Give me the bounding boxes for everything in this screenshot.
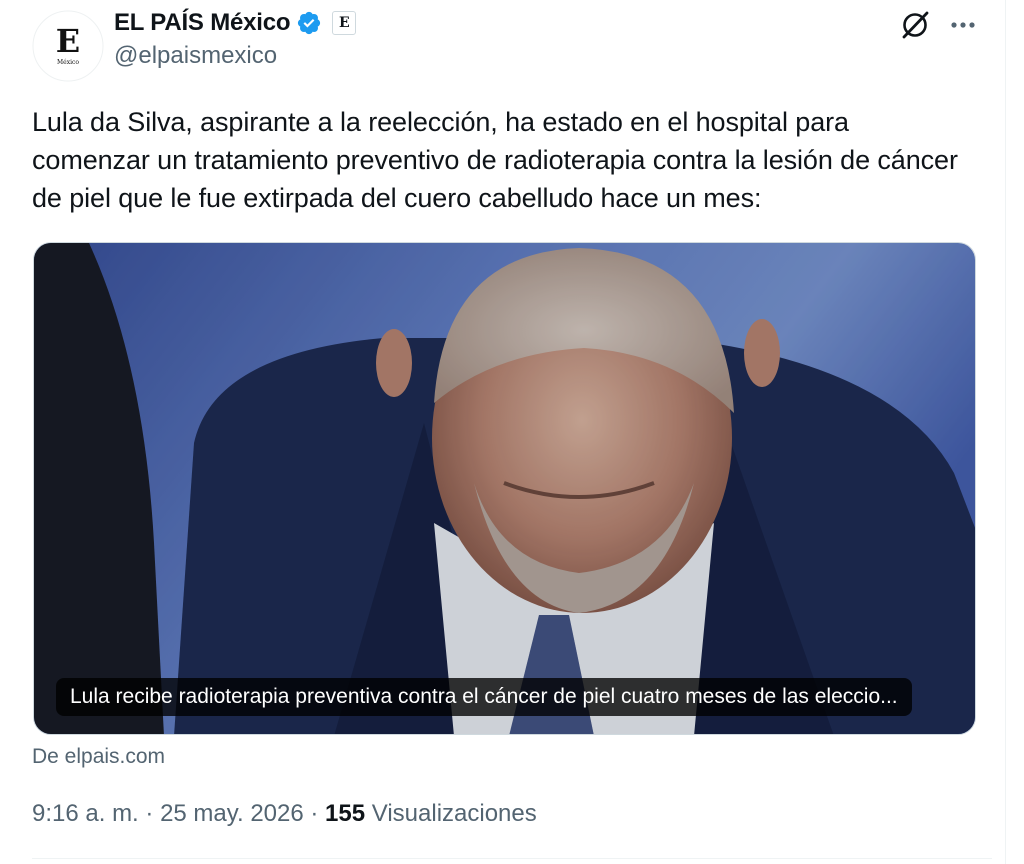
account-avatar[interactable]: E México [32, 10, 104, 82]
account-handle[interactable]: @elpaismexico [114, 42, 277, 70]
avatar-sub: México [57, 59, 79, 66]
name-row: EL PAÍS México E [114, 6, 357, 40]
affiliate-badge-icon[interactable]: E [332, 11, 357, 35]
card-source-link[interactable]: De elpais.com [32, 745, 165, 769]
card-headline-text: Lula recibe radioterapia preventiva cont… [70, 685, 898, 708]
el-pais-logo: E México [32, 10, 104, 82]
views-label: Visualizaciones [365, 800, 537, 827]
card-headline: Lula recibe radioterapia preventiva cont… [56, 678, 912, 716]
views-count: 155 [325, 800, 366, 827]
tweet-date[interactable]: 25 may. 2026 [160, 800, 304, 827]
grok-icon[interactable] [898, 8, 932, 42]
tweet-meta: 9:16 a. m. · 25 may. 2026 · 155 Visualiz… [32, 800, 537, 828]
news-photo [34, 243, 975, 734]
display-name[interactable]: EL PAÍS México [114, 9, 291, 37]
tweet-text: Lula da Silva, aspirante a la reelección… [32, 107, 958, 213]
tweet-time[interactable]: 9:16 a. m. [32, 800, 139, 827]
affiliate-letter: E [339, 15, 350, 31]
verified-badge-icon[interactable] [296, 10, 322, 36]
more-options-icon[interactable] [946, 8, 980, 42]
divider [32, 858, 992, 859]
meta-separator: · [138, 800, 161, 827]
link-card[interactable]: Lula recibe radioterapia preventiva cont… [33, 242, 976, 735]
avatar-letter: E [56, 22, 80, 60]
meta-separator-2: · [303, 800, 326, 827]
column-border [1005, 0, 1006, 864]
